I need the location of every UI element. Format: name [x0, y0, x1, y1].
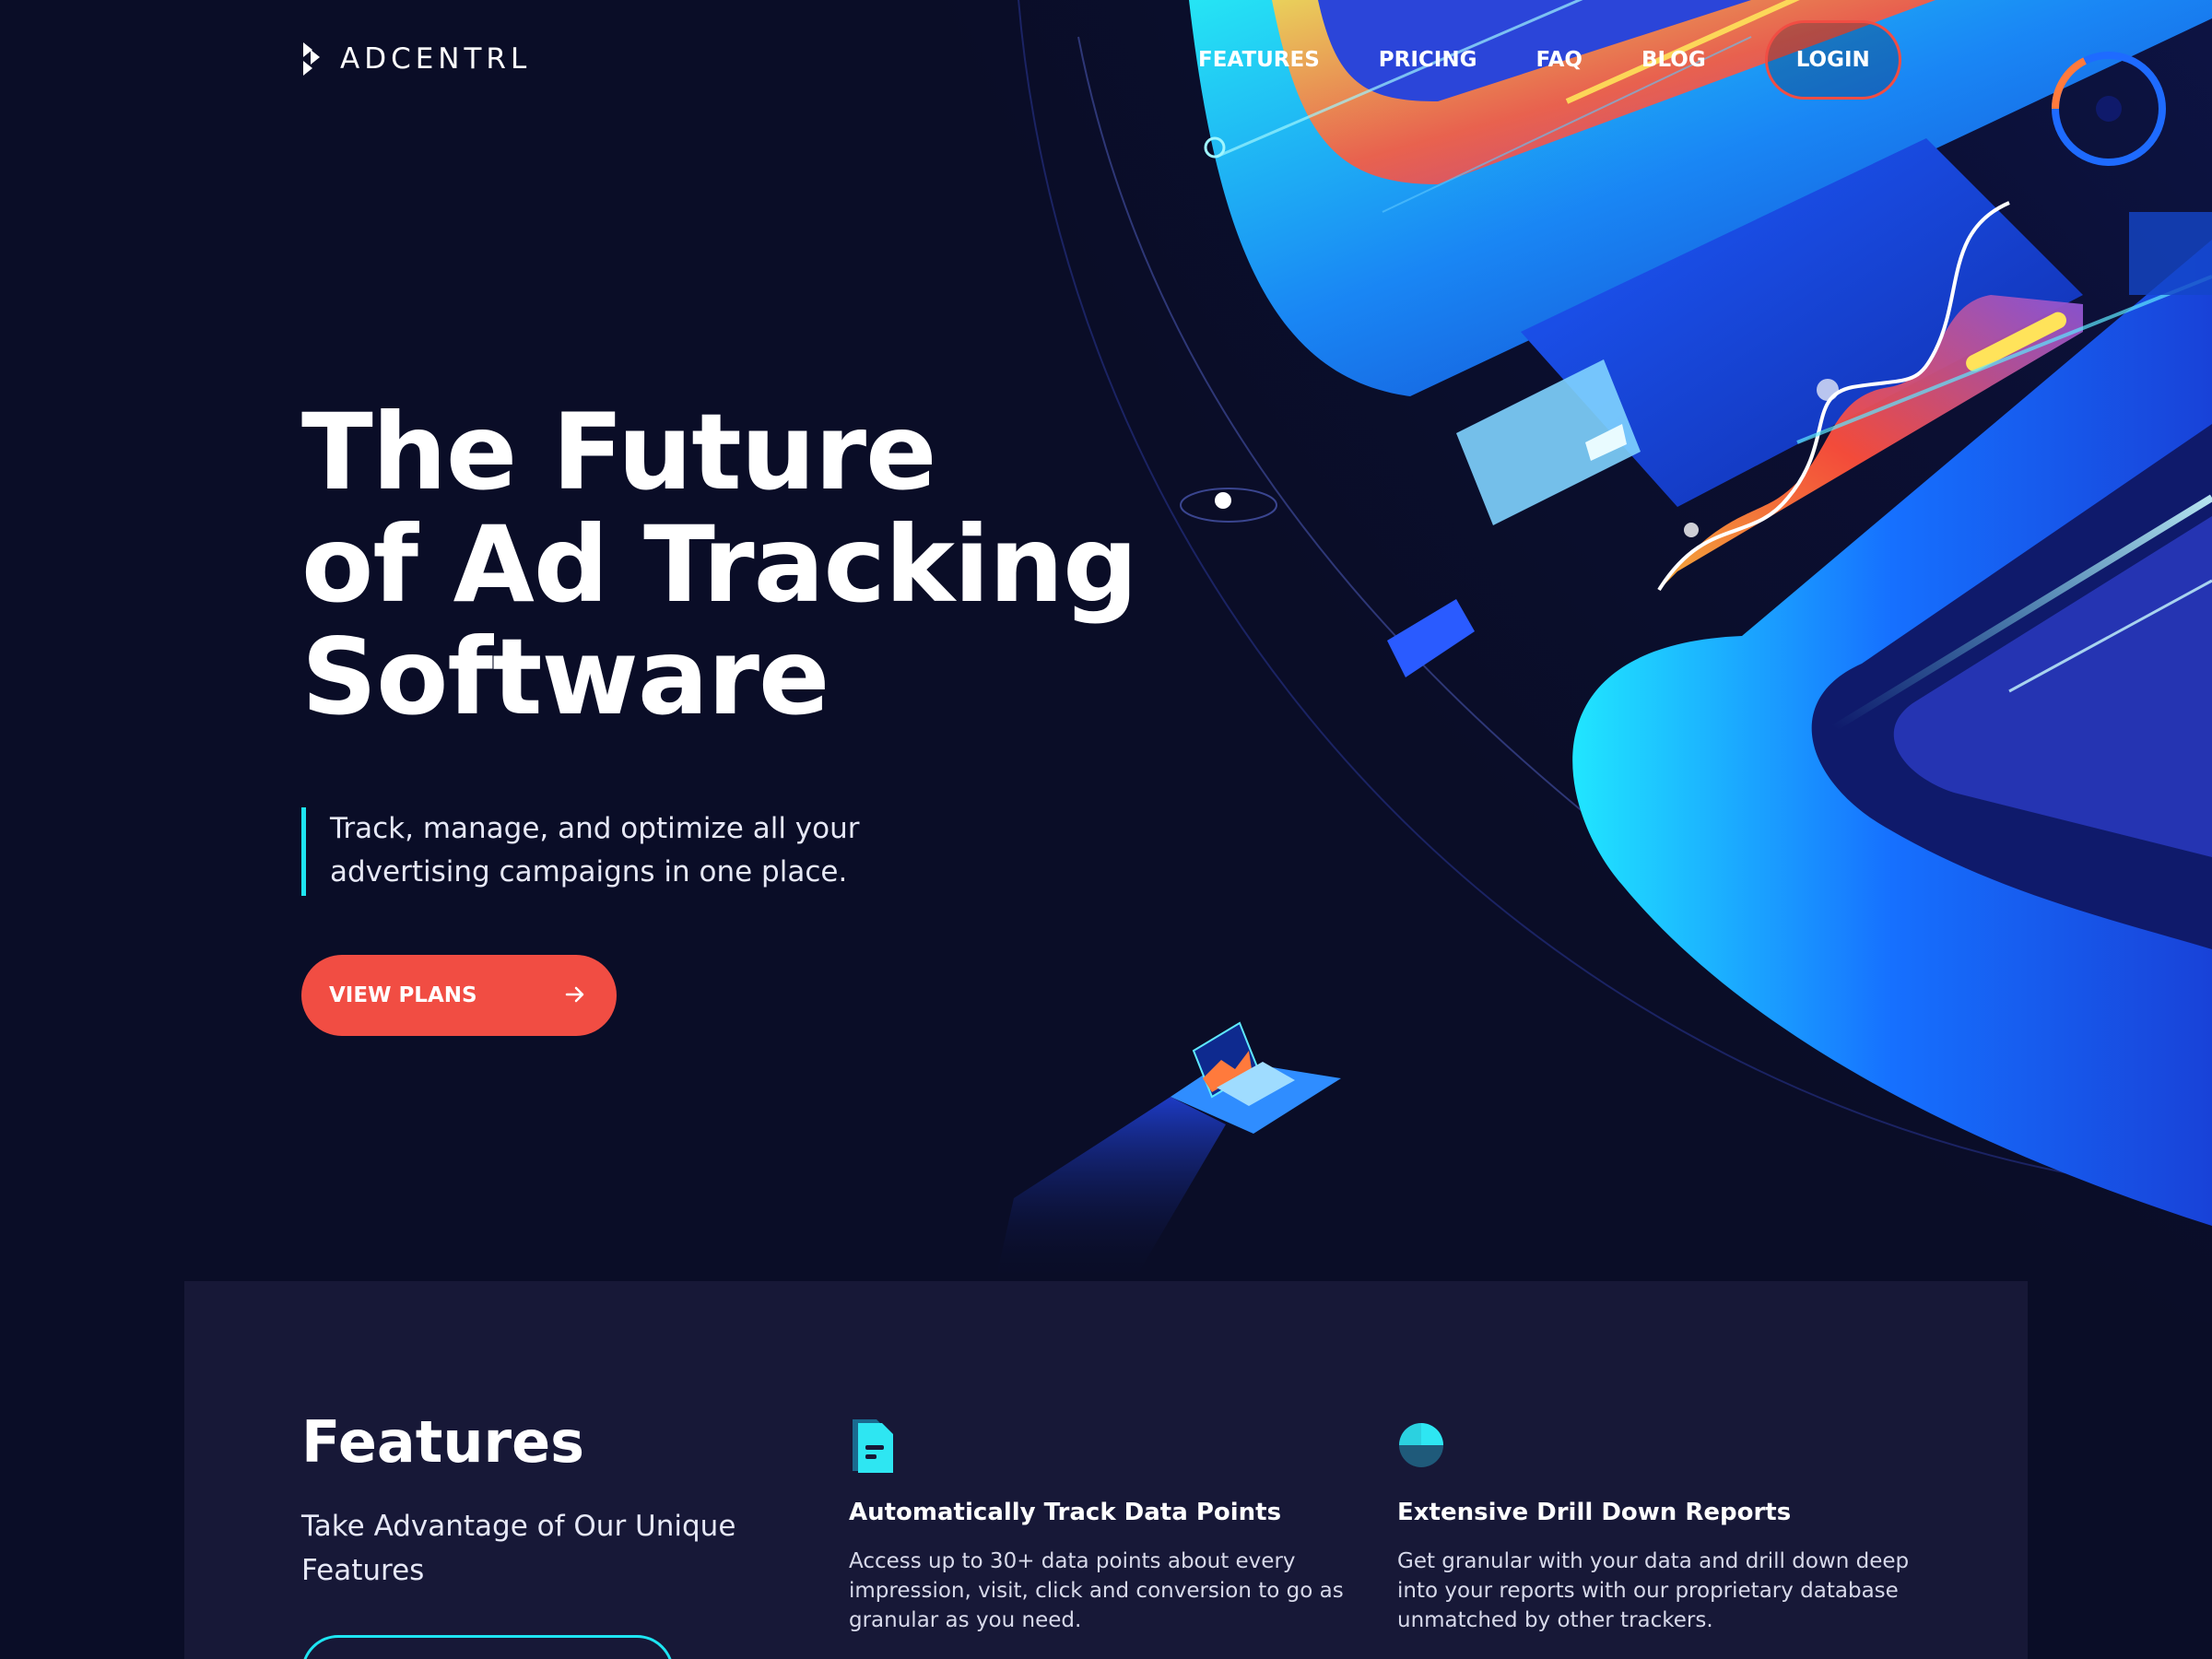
feature-card-track-data: Automatically Track Data Points Access u…: [849, 1416, 1365, 1635]
feature-description-line: impression, visit, click and conversion …: [849, 1579, 1344, 1603]
hero-tagline: Track, manage, and optimize all your adv…: [301, 807, 873, 896]
feature-description-line: into your reports with our proprietary d…: [1397, 1579, 1899, 1603]
hero-tagline-line: Track, manage, and optimize all your: [330, 812, 860, 845]
feature-description: Access up to 30+ data points about every…: [849, 1547, 1365, 1635]
logo-mark-icon: [303, 42, 320, 76]
login-button[interactable]: LOGIN: [1764, 20, 1901, 100]
brand-logo[interactable]: ADCENTRL: [301, 41, 531, 77]
arrow-right-icon: [565, 986, 584, 1003]
nav-features-link[interactable]: FEATURES: [1198, 48, 1320, 72]
hero-title-line: The Future: [301, 391, 936, 513]
main-nav: FEATURES PRICING FAQ BLOG LOGIN: [1198, 20, 1901, 100]
nav-blog-link[interactable]: BLOG: [1641, 48, 1706, 72]
brand-name: ADCENTRL: [340, 42, 532, 76]
feature-description-line: unmatched by other trackers.: [1397, 1608, 1713, 1632]
feature-description-line: granular as you need.: [849, 1608, 1082, 1632]
feature-description-line: Access up to 30+ data points about every: [849, 1549, 1296, 1573]
features-subtitle-line: Take Advantage of Our Unique: [301, 1510, 736, 1543]
nav-faq-link[interactable]: FAQ: [1536, 48, 1583, 72]
feature-title: Extensive Drill Down Reports: [1397, 1499, 1792, 1526]
nav-pricing-link[interactable]: PRICING: [1379, 48, 1477, 72]
hero-title-line: Software: [301, 616, 830, 738]
features-section: Features Take Advantage of Our Unique Fe…: [184, 1281, 2028, 1659]
feature-description: Get granular with your data and drill do…: [1397, 1547, 1913, 1635]
feature-title: Automatically Track Data Points: [849, 1499, 1282, 1526]
pie-chart-icon: [1399, 1423, 1443, 1467]
feature-card-drill-down: Extensive Drill Down Reports Get granula…: [1397, 1416, 1913, 1635]
view-plans-label: VIEW PLANS: [329, 983, 477, 1007]
hero-title-line: of Ad Tracking: [301, 503, 1138, 626]
features-subtitle-line: Features: [301, 1554, 425, 1587]
features-title: Features: [301, 1408, 585, 1476]
document-icon: [853, 1419, 893, 1473]
features-subtitle: Take Advantage of Our Unique Features: [301, 1504, 762, 1593]
hero-tagline-line: advertising campaigns in one place.: [330, 855, 848, 888]
feature-description-line: Get granular with your data and drill do…: [1397, 1549, 1910, 1573]
landing-page: ADCENTRL FEATURES PRICING FAQ BLOG LOGIN…: [0, 0, 2212, 1659]
features-outline-button[interactable]: [301, 1635, 674, 1659]
hero-title: The Future of Ad Tracking Software: [301, 391, 1138, 738]
view-plans-button[interactable]: VIEW PLANS: [301, 955, 617, 1036]
